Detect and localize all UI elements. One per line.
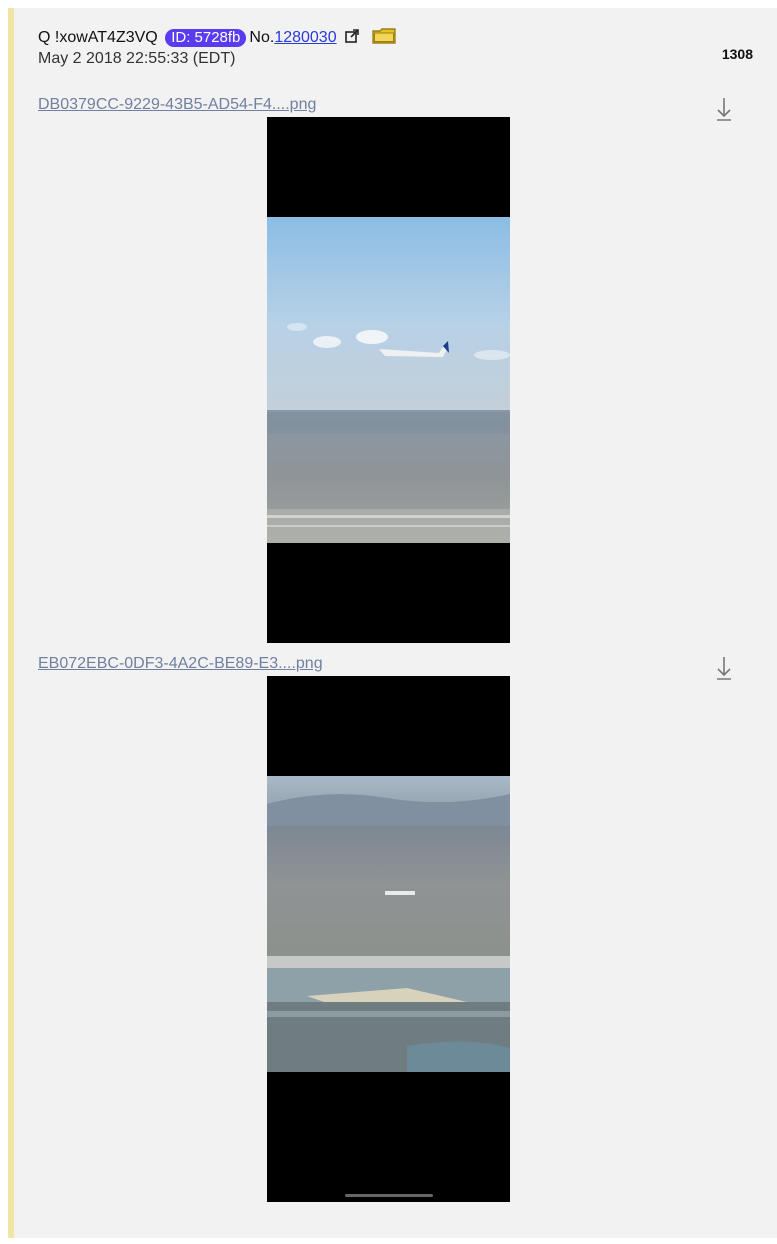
download-arrow-icon[interactable]: [714, 96, 734, 122]
file-link-1[interactable]: DB0379CC-9229-43B5-AD54-F4....png: [38, 95, 316, 115]
id-badge[interactable]: ID: 5728fb: [165, 29, 247, 47]
post-number-link[interactable]: 1280030: [274, 29, 336, 46]
post-container: Q !xowAT4Z3VQ ID: 5728fb No.1280030 May 2…: [8, 8, 777, 1238]
post-number-prefix: No.: [249, 29, 275, 46]
file-link-2[interactable]: EB072EBC-0DF3-4A2C-BE89-E3....png: [38, 654, 323, 674]
external-link-icon[interactable]: [345, 29, 359, 43]
aerial-city-photo: [267, 776, 510, 1072]
image-thumbnail-2[interactable]: [267, 676, 510, 1202]
post-count: 1308: [721, 46, 753, 62]
author-name: Q !xowAT4Z3VQ: [38, 29, 158, 46]
home-indicator-bar: [345, 1194, 433, 1197]
post-header: Q !xowAT4Z3VQ ID: 5728fb No.1280030: [38, 28, 396, 48]
download-arrow-icon[interactable]: [714, 655, 734, 681]
post-date: May 2 2018 22:55:33 (EDT): [38, 50, 236, 67]
airplane-photo: [267, 217, 510, 543]
folder-icon[interactable]: [371, 28, 396, 44]
image-thumbnail-1[interactable]: [267, 117, 510, 643]
